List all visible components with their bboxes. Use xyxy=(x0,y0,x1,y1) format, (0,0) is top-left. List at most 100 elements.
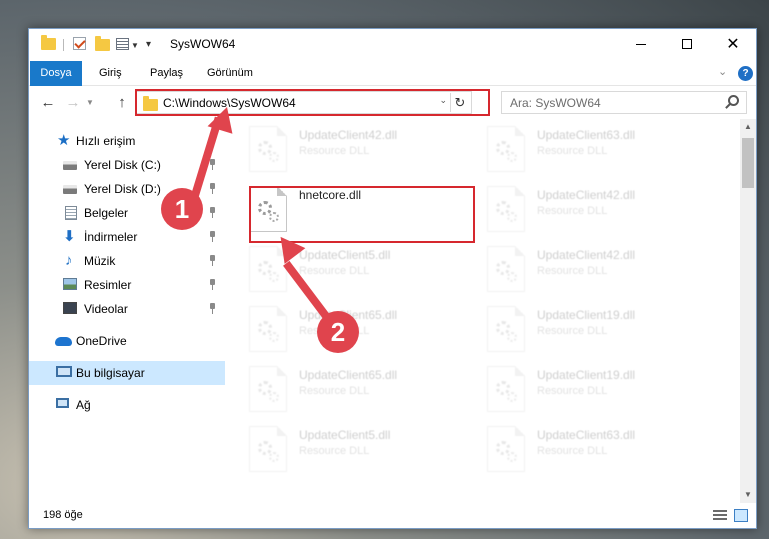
pin-icon[interactable] xyxy=(208,279,217,290)
sidebar-item-network[interactable]: Ağ xyxy=(29,393,225,417)
sidebar-item-downloads[interactable]: ⬇ İndirmeler xyxy=(29,225,225,249)
tab-share[interactable]: Paylaş xyxy=(140,61,193,86)
help-icon[interactable]: ? xyxy=(738,66,753,81)
title-bar: ▼ ▾ SysWOW64 ✕ xyxy=(29,29,756,61)
sidebar-item-label: Resimler xyxy=(84,278,132,292)
file-type: Resource DLL xyxy=(299,445,370,457)
tiles-view-icon[interactable] xyxy=(734,509,748,522)
sidebar-item-label: Müzik xyxy=(84,254,116,268)
file-item[interactable]: UpdateClient63.dll Resource DLL xyxy=(463,419,683,477)
gear-icon xyxy=(507,332,517,342)
file-name: UpdateClient19.dll xyxy=(537,368,636,382)
videos-icon xyxy=(63,302,77,314)
gear-icon xyxy=(269,392,279,402)
file-name: UpdateClient63.dll xyxy=(537,428,636,442)
downloads-icon: ⬇ xyxy=(63,228,76,245)
tab-view[interactable]: Görünüm xyxy=(197,61,263,86)
pin-icon[interactable] xyxy=(208,231,217,242)
sidebar-item-label: Hızlı erişim xyxy=(76,134,136,148)
pictures-icon xyxy=(63,278,77,290)
dll-file-icon xyxy=(487,426,525,472)
pin-icon[interactable] xyxy=(208,183,217,194)
scroll-up-icon[interactable]: ▲ xyxy=(740,119,756,135)
file-item[interactable]: UpdateClient19.dll Resource DLL xyxy=(463,359,683,417)
search-input[interactable]: Ara: SysWOW64 xyxy=(501,91,747,114)
file-type: Resource DLL xyxy=(299,385,370,397)
dll-file-icon xyxy=(487,306,525,352)
close-icon: ✕ xyxy=(726,36,740,53)
sidebar-item-this-pc[interactable]: Bu bilgisayar xyxy=(29,361,225,385)
dll-file-icon xyxy=(249,306,287,352)
new-folder-icon[interactable] xyxy=(95,36,110,51)
expand-ribbon-icon[interactable]: ⌄ xyxy=(718,65,727,78)
pin-icon[interactable] xyxy=(208,255,217,266)
properties-check-icon[interactable] xyxy=(73,37,86,50)
network-icon xyxy=(56,398,69,408)
window-title: SysWOW64 xyxy=(170,37,236,51)
dll-file-icon xyxy=(249,366,287,412)
quick-access-dropdown-icon[interactable]: ▾ xyxy=(146,39,151,50)
vertical-scrollbar[interactable]: ▲ ▼ xyxy=(740,119,756,503)
maximize-icon xyxy=(682,39,692,49)
explorer-window: ▼ ▾ SysWOW64 ✕ Dosya Giriş Paylaş Görünü… xyxy=(28,28,757,529)
up-button[interactable]: ↑ xyxy=(112,92,132,114)
file-name: UpdateClient19.dll xyxy=(537,308,636,322)
computer-icon xyxy=(56,366,72,377)
file-item[interactable]: UpdateClient42.dll Resource DLL xyxy=(225,119,445,177)
file-item[interactable]: UpdateClient42.dll Resource DLL xyxy=(463,239,683,297)
sidebar-item-label: Yerel Disk (D:) xyxy=(84,182,161,196)
gear-icon xyxy=(269,332,279,342)
maximize-button[interactable] xyxy=(664,29,710,59)
file-item[interactable]: UpdateClient5.dll Resource DLL xyxy=(225,239,445,297)
sidebar-item-music[interactable]: ♪ Müzik xyxy=(29,249,225,273)
file-item[interactable]: UpdateClient42.dll Resource DLL xyxy=(463,179,683,237)
tab-file[interactable]: Dosya xyxy=(30,61,82,86)
dll-file-icon xyxy=(487,186,525,232)
sidebar-item-label: Ağ xyxy=(76,398,91,412)
sidebar-item-onedrive[interactable]: OneDrive xyxy=(29,329,225,353)
item-count: 198 öğe xyxy=(43,509,83,521)
drive-icon xyxy=(63,185,77,194)
sidebar-item-pictures[interactable]: Resimler xyxy=(29,273,225,297)
minimize-button[interactable] xyxy=(618,29,664,59)
step-badge-2: 2 xyxy=(317,311,359,353)
file-type: Resource DLL xyxy=(299,265,370,277)
recent-locations-icon[interactable]: ▼ xyxy=(86,92,94,114)
close-button[interactable]: ✕ xyxy=(710,29,756,59)
sidebar-item-quick-access[interactable]: ★ Hızlı erişim xyxy=(29,129,225,153)
file-item[interactable]: UpdateClient19.dll Resource DLL xyxy=(463,299,683,357)
file-name: UpdateClient5.dll xyxy=(299,428,391,442)
music-icon: ♪ xyxy=(65,252,73,269)
scroll-down-icon[interactable]: ▼ xyxy=(740,487,756,503)
forward-button[interactable]: → xyxy=(63,92,83,114)
pin-icon[interactable] xyxy=(208,303,217,314)
chevron-down-icon[interactable]: ▼ xyxy=(131,41,139,50)
navigation-bar: ← → ▼ ↑ C:\Windows\SysWOW64 ⌄ ↻ Ara: Sys… xyxy=(29,87,756,119)
dll-file-icon xyxy=(249,126,287,172)
file-item[interactable]: UpdateClient5.dll Resource DLL xyxy=(225,419,445,477)
back-button[interactable]: ← xyxy=(38,92,58,114)
quick-access-separator xyxy=(63,39,64,51)
file-name: UpdateClient63.dll xyxy=(537,128,636,142)
sidebar-item-label: İndirmeler xyxy=(84,230,138,244)
file-type: Resource DLL xyxy=(299,145,370,157)
dll-file-icon xyxy=(487,126,525,172)
gear-icon xyxy=(507,392,517,402)
ribbon: Dosya Giriş Paylaş Görünüm ⌄ ? xyxy=(29,61,756,86)
file-item[interactable]: UpdateClient63.dll Resource DLL xyxy=(463,119,683,177)
scrollbar-thumb[interactable] xyxy=(742,138,754,188)
details-view-icon[interactable] xyxy=(713,510,727,521)
customize-icon[interactable] xyxy=(116,38,129,50)
sidebar-item-videos[interactable]: Videolar xyxy=(29,297,225,321)
tab-home[interactable]: Giriş xyxy=(89,61,132,86)
folder-icon[interactable] xyxy=(41,35,56,50)
gear-icon xyxy=(269,272,279,282)
file-name: UpdateClient42.dll xyxy=(299,128,398,142)
search-icon[interactable] xyxy=(728,95,739,106)
gear-icon xyxy=(507,272,517,282)
pin-icon[interactable] xyxy=(208,207,217,218)
drive-icon xyxy=(63,161,77,170)
sidebar-item-disk-c[interactable]: Yerel Disk (C:) xyxy=(29,153,225,177)
gear-icon xyxy=(269,452,279,462)
file-item[interactable]: UpdateClient65.dll Resource DLL xyxy=(225,359,445,417)
